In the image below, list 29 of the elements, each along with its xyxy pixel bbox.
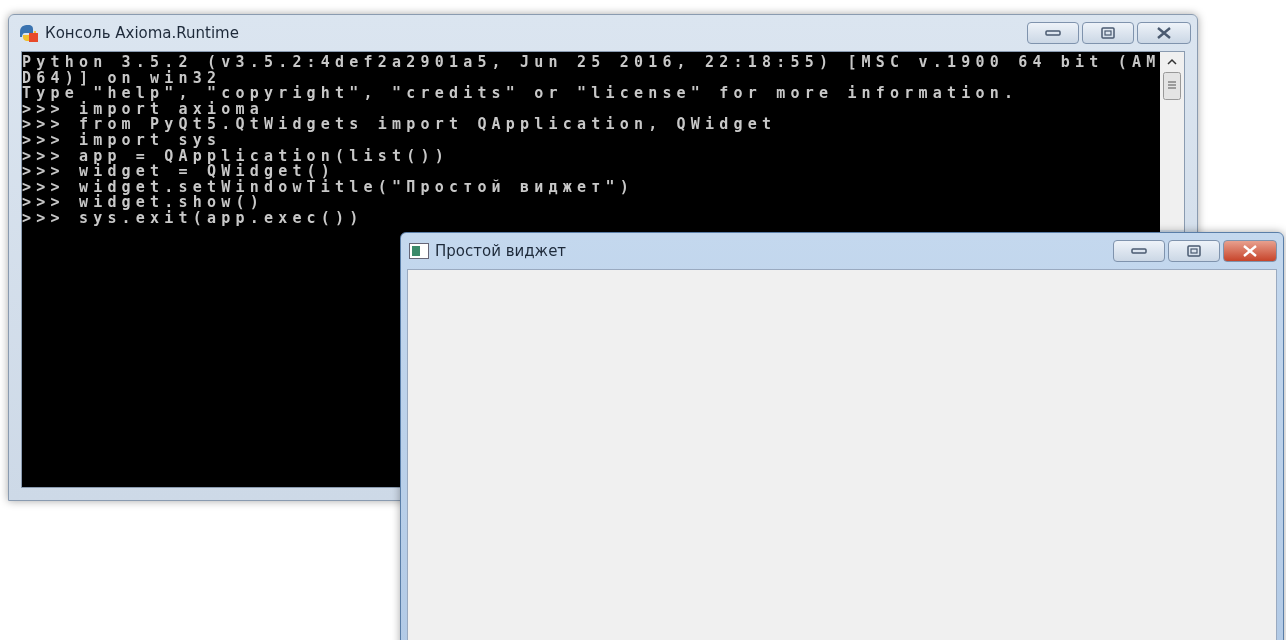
- window-icon: [409, 243, 429, 259]
- minimize-icon: [1131, 248, 1147, 254]
- minimize-button[interactable]: [1113, 240, 1165, 262]
- console-line: >>> widget.setWindowTitle("Простой виджет"): [22, 179, 635, 196]
- window-title: Консоль Axioma.Runtime: [45, 24, 240, 42]
- minimize-icon: [1045, 30, 1061, 36]
- console-line: >>> import sys: [22, 132, 222, 149]
- console-line: >>> app = QApplication(list()): [22, 148, 450, 165]
- scroll-thumb-icon: [1163, 72, 1181, 100]
- maximize-icon: [1101, 27, 1115, 39]
- console-line: >>> import axioma: [22, 101, 264, 118]
- console-line: >>> widget.show(): [22, 195, 264, 211]
- console-line: >>> from PyQt5.QtWidgets import QApplication, QWidget: [22, 117, 778, 133]
- console-line: Type "help", "copyright", "credits" or "license" for more information.: [22, 86, 1020, 102]
- maximize-icon: [1187, 245, 1201, 257]
- console-line: >>> widget = QWidget(): [22, 164, 336, 180]
- close-button[interactable]: [1223, 240, 1277, 262]
- maximize-button[interactable]: [1168, 240, 1220, 262]
- scrollbar[interactable]: [1160, 52, 1184, 230]
- close-icon: [1156, 27, 1172, 39]
- console-line: >>> sys.exit(app.exec()): [22, 210, 365, 227]
- close-button[interactable]: [1137, 22, 1191, 44]
- maximize-button[interactable]: [1082, 22, 1134, 44]
- window-title: Простой виджет: [435, 242, 568, 260]
- console-line: D64)] on win32: [22, 70, 222, 87]
- close-icon: [1242, 245, 1258, 257]
- console-line: Python 3.5.2 (v3.5.2:4def2a2901a5, Jun 25 2016, 22:18:55) [MSC v.1900 64 bit (AM: [22, 55, 1160, 71]
- python-logo-icon: [17, 23, 39, 43]
- minimize-button[interactable]: [1027, 22, 1079, 44]
